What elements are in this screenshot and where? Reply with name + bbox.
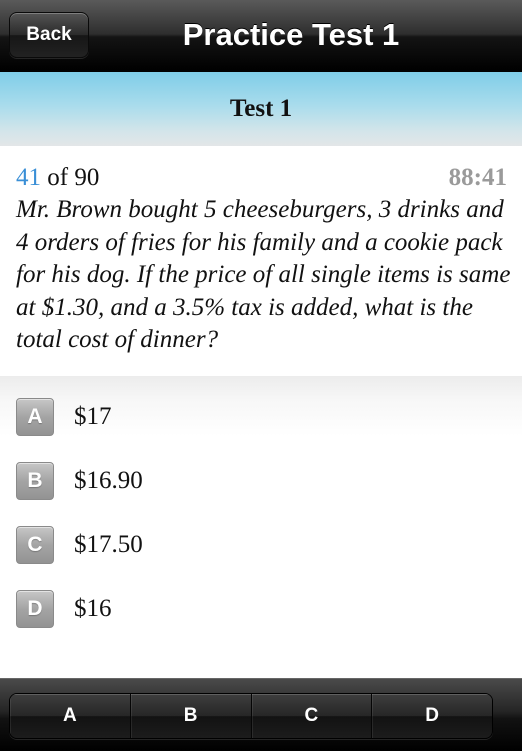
question-number: 41 xyxy=(16,164,41,191)
answer-toolbar: A B C D xyxy=(0,678,522,751)
question-area: 41 of 90 88:41 Mr. Brown bought 5 cheese… xyxy=(0,146,522,376)
navigation-bar: Back Practice Test 1 xyxy=(0,0,522,72)
timer: 88:41 xyxy=(448,164,507,191)
answer-segmented-control: A B C D xyxy=(9,693,493,739)
question-total: of 90 xyxy=(47,164,100,191)
test-title: Test 1 xyxy=(229,95,293,122)
option-a-badge[interactable]: A xyxy=(16,398,54,436)
answer-options: A $17 B $16.90 C $17.50 D $16 xyxy=(0,376,522,678)
option-c-badge[interactable]: C xyxy=(16,526,54,564)
option-c[interactable]: C $17.50 xyxy=(16,526,143,564)
option-b[interactable]: B $16.90 xyxy=(16,462,143,500)
option-b-text[interactable]: $16.90 xyxy=(74,467,143,495)
answer-button-a[interactable]: A xyxy=(10,694,130,738)
answer-button-b[interactable]: B xyxy=(129,694,251,738)
option-d-badge[interactable]: D xyxy=(16,590,54,628)
option-c-text[interactable]: $17.50 xyxy=(74,531,143,559)
test-header: Test 1 xyxy=(0,72,522,146)
question-progress: 41 of 90 xyxy=(16,164,99,192)
answer-button-c[interactable]: C xyxy=(250,694,372,738)
nav-title: Practice Test 1 xyxy=(182,17,400,52)
option-a[interactable]: A $17 xyxy=(16,398,112,436)
option-b-badge[interactable]: B xyxy=(16,462,54,500)
back-button[interactable]: Back xyxy=(9,12,89,58)
option-d[interactable]: D $16 xyxy=(16,590,112,628)
answer-button-d[interactable]: D xyxy=(371,694,492,738)
option-a-text[interactable]: $17 xyxy=(74,403,112,431)
option-d-text[interactable]: $16 xyxy=(74,595,112,623)
question-text: Mr. Brown bought 5 cheeseburgers, 3 drin… xyxy=(16,196,511,353)
